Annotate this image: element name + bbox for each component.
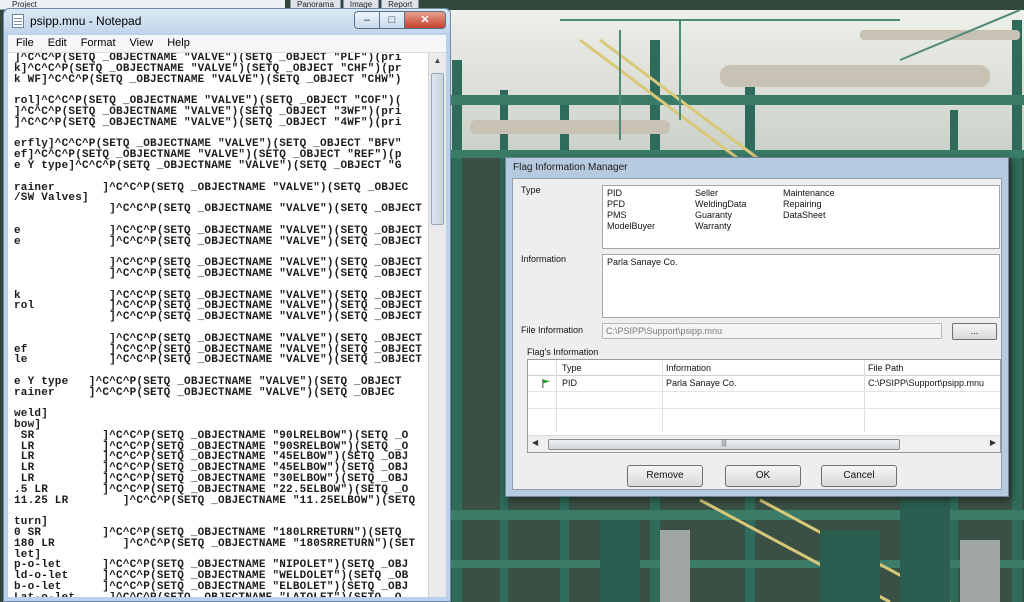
type-option-weldingdata[interactable]: WeldingData [695,199,746,209]
text-line: le ]^C^C^P(SETQ _OBJECTNAME "VALVE")(SET… [14,354,423,367]
text-line: e ]^C^C^P(SETQ _OBJECTNAME "VALVE")(SETQ… [14,235,423,248]
notepad-title: psipp.mnu - Notepad [30,14,142,28]
remove-button[interactable]: Remove [627,465,703,487]
notepad-app-icon [12,14,24,28]
flag-icon [542,379,551,388]
maximize-button[interactable]: □ [379,11,405,29]
dialog-body: Type PID PFD PMS ModelBuyer Seller Weldi… [512,178,1002,490]
text-line: 180 LR ]^C^C^P(SETQ _OBJECTNAME "180SRRE… [14,537,416,550]
file-information-label: File Information [521,325,584,335]
text-line: e ]^C^C^P(SETQ _OBJECTNAME "VALVE")(SETQ… [14,224,423,237]
menu-view[interactable]: View [122,35,160,52]
scroll-right-icon[interactable]: ▶ [990,438,996,447]
grid-scroll-thumb[interactable]: ||| [548,439,900,450]
notepad-window: psipp.mnu - Notepad – □ ✕ File Edit Form… [3,8,451,602]
information-value: Parla Sanaye Co. [607,257,678,267]
text-line: ]^C^C^P(SETQ _OBJECTNAME "VALVE")(SETQ _… [14,311,423,324]
menu-help[interactable]: Help [159,35,196,52]
text-line [8,172,428,183]
type-option-pfd[interactable]: PFD [607,199,625,209]
type-label: Type [521,185,541,195]
notepad-menubar: File Edit Format View Help [8,35,446,53]
dialog-title: Flag Information Manager [513,162,628,173]
cancel-button[interactable]: Cancel [821,465,897,487]
type-option-repairing[interactable]: Repairing [783,199,822,209]
text-line [8,280,428,291]
type-option-guaranty[interactable]: Guaranty [695,210,732,220]
browse-button[interactable]: ... [952,323,997,340]
file-information-field[interactable]: C:\PSIPP\Support\psipp.mnu [602,323,942,339]
text-line: weld] [14,408,49,421]
menu-file[interactable]: File [8,35,40,52]
minimize-button[interactable]: – [354,11,380,29]
column-information[interactable]: Information [666,363,711,373]
type-option-warranty[interactable]: Warranty [695,221,731,231]
row-type: PID [562,378,578,388]
type-option-modelbuyer[interactable]: ModelBuyer [607,221,655,231]
grid-header: Type Information File Path [528,360,1000,376]
ok-button[interactable]: OK [725,465,801,487]
text-line: 11.25 LR ]^C^C^P(SETQ _OBJECTNAME "11.25… [14,494,416,507]
type-option-seller[interactable]: Seller [695,188,718,198]
flags-information-label: Flag's Information [527,347,599,357]
text-line: Lat-o-let ]^C^C^P(SETQ _OBJECTNAME "LATO… [8,592,428,597]
row-file-path: C:\PSIPP\Support\psipp.mnu [868,378,985,388]
type-option-maintenance[interactable]: Maintenance [783,188,835,198]
vertical-scrollbar[interactable]: ▲ [428,53,446,597]
text-line: rainer ]^C^C^P(SETQ _OBJECTNAME "VALVE")… [14,386,395,399]
scroll-up-icon[interactable]: ▲ [429,53,446,69]
text-line: ]^C^C^P(SETQ _OBJECTNAME "VALVE")(SETQ _… [14,116,402,129]
text-line: ]^C^C^P(SETQ _OBJECTNAME "VALVE")(SETQ _… [14,267,423,280]
text-line: k WF]^C^C^P(SETQ _OBJECTNAME "VALVE")(SE… [14,73,402,86]
menu-edit[interactable]: Edit [40,35,73,52]
row-information: Parla Sanaye Co. [666,378,737,388]
text-line: ]^C^C^P(SETQ _OBJECTNAME "VALVE")(SETQ _… [14,332,423,345]
window-controls: – □ ✕ [354,11,446,29]
flag-information-manager-dialog: Flag Information Manager Type PID PFD PM… [505,157,1009,497]
menu-format[interactable]: Format [73,35,122,52]
text-line [8,399,428,410]
text-line [8,506,428,517]
information-textarea[interactable]: Parla Sanaye Co. [602,254,1000,318]
type-list: PID PFD PMS ModelBuyer Seller WeldingDat… [602,185,1000,249]
text-line: e Y type]^C^C^P(SETQ _OBJECTNAME "VALVE"… [14,159,402,172]
notepad-text-area[interactable]: ]^C^C^P(SETQ _OBJECTNAME "VALVE")(SETQ _… [8,53,428,597]
table-row-empty [528,392,1000,409]
information-label: Information [521,254,567,264]
column-file-path[interactable]: File Path [868,363,904,373]
notepad-titlebar[interactable]: psipp.mnu - Notepad – □ ✕ [4,9,450,33]
table-row[interactable]: PID Parla Sanaye Co. C:\PSIPP\Support\ps… [528,375,1000,392]
column-type[interactable]: Type [562,363,582,373]
close-button[interactable]: ✕ [404,11,446,29]
flags-grid: Type Information File Path PID Parla San… [527,359,1001,453]
type-option-datasheet[interactable]: DataSheet [783,210,826,220]
file-information-value: C:\PSIPP\Support\psipp.mnu [606,326,723,336]
text-line: ]^C^C^P(SETQ _OBJECTNAME "VALVE")(SETQ _… [14,203,423,216]
type-option-pms[interactable]: PMS [607,210,627,220]
text-line: k]^C^C^P(SETQ _OBJECTNAME "VALVE")(SETQ … [14,62,402,75]
type-option-pid[interactable]: PID [607,188,622,198]
scroll-thumb[interactable] [431,73,444,225]
grid-horizontal-scrollbar[interactable]: ◀ ||| ▶ [528,435,1000,452]
scroll-left-icon[interactable]: ◀ [532,438,538,447]
